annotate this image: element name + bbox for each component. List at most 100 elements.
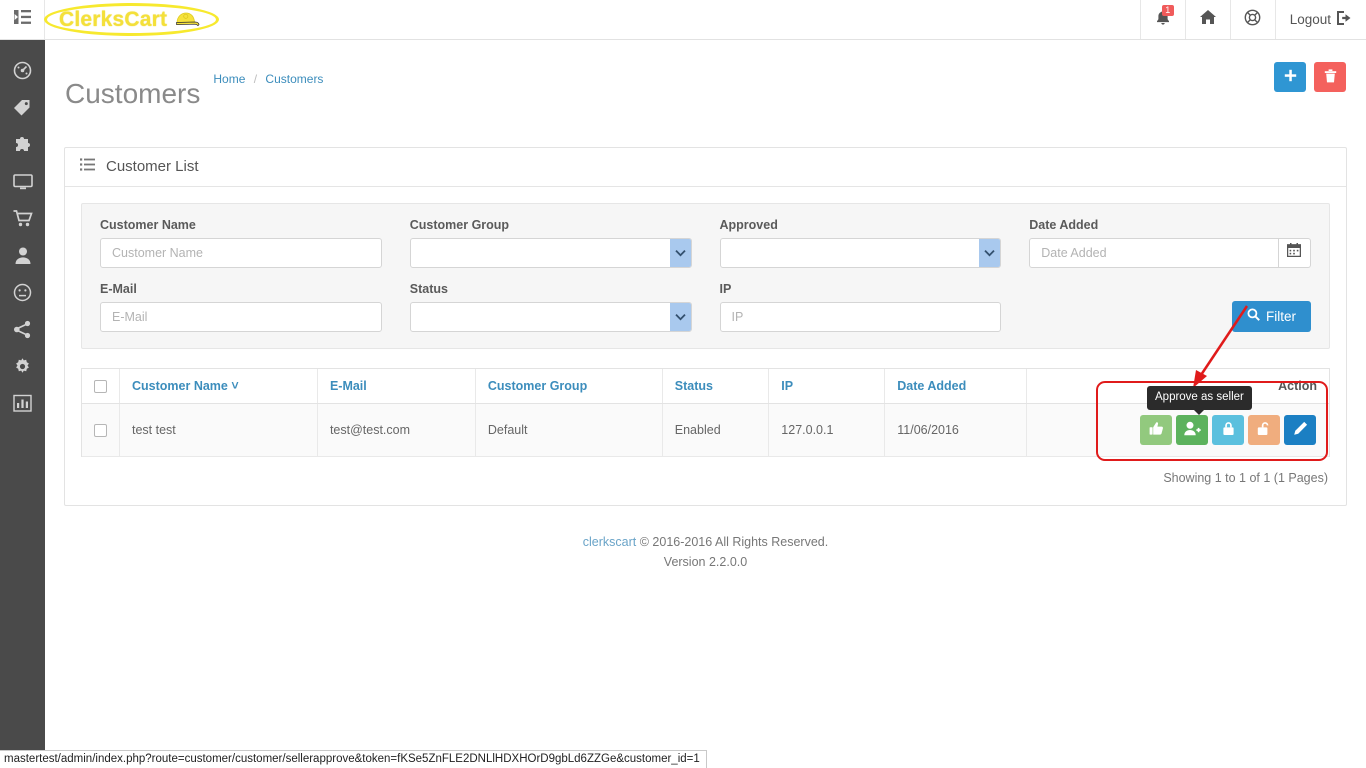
sidebar-item-design[interactable] (0, 165, 45, 202)
approve-customer-button[interactable] (1140, 414, 1172, 445)
sidebar-item-system[interactable] (0, 313, 45, 350)
footer: clerkscart © 2016-2016 All Rights Reserv… (45, 532, 1366, 572)
unlock-button[interactable] (1248, 414, 1280, 445)
filter-date-added-label: Date Added (1029, 217, 1099, 232)
notification-badge: 1 (1161, 5, 1174, 16)
column-header-status[interactable]: Status (662, 368, 770, 404)
approve-as-seller-button[interactable] (1176, 414, 1208, 445)
status-select-wrap (409, 301, 692, 332)
ip-input[interactable] (719, 301, 1002, 332)
sort-desc-icon: ˅ (231, 378, 239, 393)
trash-icon (1324, 68, 1337, 86)
sidebar-item-reports[interactable] (0, 387, 45, 424)
brand-logo[interactable]: ClerksCart (45, 0, 214, 39)
logout-button[interactable]: Logout (1274, 0, 1366, 39)
page-header: Customers Home / Customers (45, 40, 1366, 130)
filter-button[interactable]: Filter (1232, 300, 1311, 332)
row-select-cell (82, 403, 120, 457)
list-indent-icon (13, 10, 31, 29)
cell-actions (1026, 403, 1329, 457)
cell-customer-group: Default (475, 403, 663, 457)
user-plus-icon (1183, 421, 1201, 439)
tags-icon (13, 98, 32, 122)
sidebar-item-dashboard[interactable] (0, 54, 45, 91)
cell-ip: 127.0.0.1 (768, 403, 886, 457)
filter-approved-group: Approved (719, 218, 1002, 268)
app-root: ClerksCart 1 Logout Customers Home / Cus… (0, 0, 1366, 768)
lock-icon (1222, 421, 1235, 439)
status-select[interactable] (409, 301, 692, 332)
select-all-header (82, 368, 120, 404)
row-action-buttons (1140, 414, 1316, 445)
breadcrumb: Home / Customers (213, 72, 323, 86)
sidebar-item-sales[interactable] (0, 202, 45, 239)
email-input[interactable] (100, 301, 382, 332)
edit-button[interactable] (1284, 414, 1316, 445)
column-header-email[interactable]: E-Mail (317, 368, 476, 404)
row-checkbox[interactable] (94, 423, 107, 437)
home-button[interactable] (1184, 0, 1230, 39)
panel-title: Customer List (106, 158, 199, 175)
sidebar-item-marketing[interactable] (0, 276, 45, 313)
customer-group-select-wrap (409, 237, 692, 268)
home-icon (1199, 9, 1217, 30)
sidebar-item-catalog[interactable] (0, 91, 45, 128)
column-header-customer-group[interactable]: Customer Group (475, 368, 663, 404)
unlock-icon (1257, 421, 1272, 439)
thumbs-up-icon (1149, 421, 1164, 439)
column-header-customer-name[interactable]: Customer Name ˅ (119, 368, 318, 404)
footer-version: Version 2.2.0.0 (663, 554, 748, 569)
sidebar-item-extensions[interactable] (0, 128, 45, 165)
sidebar-item-customers[interactable] (0, 239, 45, 276)
header-actions: 1 Logout (1139, 0, 1366, 39)
approved-select-wrap (719, 237, 1002, 268)
filter-email-group: E-Mail (100, 282, 382, 332)
sidebar-toggle-button[interactable] (0, 0, 45, 39)
calendar-picker-button[interactable] (1278, 237, 1311, 268)
puzzle-icon (13, 135, 32, 159)
logout-label: Logout (1289, 12, 1331, 27)
page-header-actions (1274, 62, 1346, 92)
customer-table: Customer Name ˅ E-Mail Customer Group St… (82, 368, 1329, 457)
customer-name-input[interactable] (100, 237, 382, 268)
share-icon (13, 320, 32, 344)
bar-chart-icon (13, 394, 32, 417)
column-header-date-added[interactable]: Date Added (884, 368, 1027, 404)
footer-brand-link[interactable]: clerkscart (583, 535, 636, 549)
cell-date-added: 11/06/2016 (884, 403, 1027, 457)
table-header-row: Customer Name ˅ E-Mail Customer Group St… (82, 368, 1329, 404)
filter-row-1: Customer Name Customer Group (100, 218, 1311, 268)
plus-icon (1284, 69, 1297, 85)
delete-customer-button[interactable] (1314, 62, 1346, 92)
sidebar (0, 40, 45, 768)
brand-name: ClerksCart (59, 7, 168, 31)
breadcrumb-home[interactable]: Home (213, 72, 245, 86)
support-button[interactable] (1229, 0, 1275, 39)
select-all-checkbox[interactable] (94, 379, 107, 393)
lifebuoy-icon (1244, 9, 1261, 31)
cell-customer-name: test test (119, 403, 318, 457)
breadcrumb-separator: / (253, 72, 258, 86)
notifications-button[interactable]: 1 (1139, 0, 1185, 39)
sidebar-item-settings[interactable] (0, 350, 45, 387)
tooltip-approve-as-seller: Approve as seller (1147, 386, 1252, 414)
date-added-input[interactable] (1029, 237, 1279, 268)
date-added-input-group (1029, 237, 1311, 268)
approved-select[interactable] (719, 237, 1002, 268)
lock-button[interactable] (1212, 414, 1244, 445)
footer-copyright-line: clerkscart © 2016-2016 All Rights Reserv… (45, 532, 1366, 552)
filter-customer-name-group: Customer Name (100, 218, 382, 268)
filter-email-label: E-Mail (100, 281, 137, 296)
column-header-ip[interactable]: IP (768, 368, 886, 404)
breadcrumb-current[interactable]: Customers (265, 72, 323, 86)
filter-row-2: E-Mail Status (100, 282, 1311, 332)
filter-button-label: Filter (1266, 308, 1296, 324)
add-customer-button[interactable] (1274, 62, 1306, 92)
browser-status-bar: mastertest/admin/index.php?route=custome… (0, 750, 707, 768)
filter-button-group: Filter (1029, 282, 1311, 332)
column-label-customer-name: Customer Name (132, 378, 228, 393)
cell-status: Enabled (662, 403, 770, 457)
customer-group-select[interactable] (409, 237, 692, 268)
header-spacer (214, 0, 1139, 39)
filter-date-added-group: Date Added (1029, 218, 1311, 268)
